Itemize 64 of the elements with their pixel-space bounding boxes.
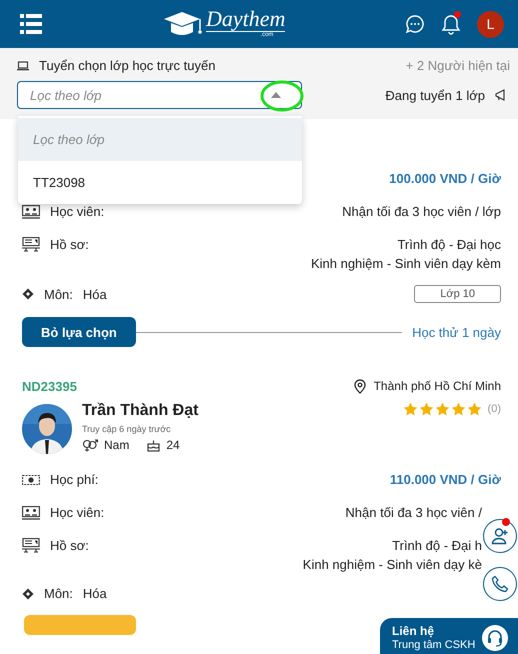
- online-count: + 2 Người hiện tại: [406, 58, 510, 73]
- grade-tag: Lớp 10: [414, 285, 501, 303]
- add-user-button[interactable]: [483, 519, 517, 553]
- star-icon: [466, 402, 482, 416]
- field-label: Học viên:: [50, 204, 104, 219]
- field-value: 110.000 VND / Giờ: [390, 472, 501, 487]
- age: 24: [166, 438, 180, 452]
- presentation-board-icon: [22, 237, 40, 252]
- field-value: Nhận tối đa 3 học viên / lớp: [342, 204, 501, 219]
- star-icon: [434, 402, 450, 416]
- subject-label: Môn:: [44, 586, 73, 601]
- subject-value: Hóa: [82, 286, 107, 302]
- graduation-cap-icon: [162, 10, 204, 38]
- field-label: Hồ sơ:: [50, 237, 89, 252]
- contact-title: Liên hệ: [392, 624, 436, 639]
- diamond-icon: [22, 588, 34, 600]
- gender-icon: [82, 438, 98, 452]
- cake-icon: [147, 438, 160, 452]
- caret-icon: [271, 92, 281, 98]
- students-icon: [22, 506, 40, 520]
- presentation-board-icon: [22, 538, 40, 553]
- bell-icon[interactable]: [441, 13, 461, 35]
- tutor-name: Trần Thành Đạt: [82, 402, 198, 420]
- fee-value: 100.000 VND / Giờ: [389, 171, 501, 186]
- field-label: Học phí:: [50, 472, 98, 487]
- call-button[interactable]: [483, 567, 517, 601]
- field-value: Nhận tối đa 3 học viên /: [345, 505, 482, 520]
- field-label: Hồ sơ:: [50, 538, 89, 553]
- students-icon: [22, 204, 40, 218]
- recruiting-count: Đang tuyển 1 lớp: [385, 88, 485, 102]
- location: Thành phố Hồ Chí Minh: [374, 379, 501, 393]
- star-icon: [450, 402, 466, 416]
- field-value: Kinh nghiệm - Sinh viên dạy kè: [302, 557, 482, 572]
- class-filter-select[interactable]: Lọc theo lớp: [17, 81, 302, 109]
- highlight-ring: [260, 80, 304, 112]
- field-label: Học viên:: [50, 505, 104, 520]
- chat-icon[interactable]: [405, 14, 425, 34]
- headset-icon: [482, 625, 508, 651]
- menu-icon[interactable]: [20, 14, 42, 34]
- field-value: Trình độ - Đại học: [397, 237, 501, 252]
- subject-value: Hóa: [82, 586, 107, 601]
- trial-text: Học thử 1 ngày: [412, 324, 501, 340]
- field-value: Trình độ - Đại h: [392, 538, 482, 553]
- location-pin-icon: [354, 378, 366, 394]
- laptop-icon: [17, 60, 29, 70]
- last-seen: Truy cập 6 ngày trước: [82, 424, 172, 434]
- banknote-icon: [22, 474, 40, 486]
- star-icon: [402, 402, 418, 416]
- review-count: (0): [488, 403, 501, 415]
- star-icon: [418, 402, 434, 416]
- deselect-button[interactable]: Bỏ lựa chọn: [22, 317, 136, 347]
- contact-subtitle: Trung tâm CSKH: [392, 638, 476, 652]
- field-value: Kinh nghiệm - Sinh viên dạy kèm: [310, 256, 501, 271]
- subject-label: Môn:: [44, 286, 73, 302]
- diamond-icon: [22, 288, 34, 300]
- dropdown-option[interactable]: TT23098: [18, 161, 302, 204]
- phone-icon: [491, 575, 509, 593]
- tutor-id: ND23395: [22, 378, 77, 394]
- section-title: Tuyển chọn lớp học trực tuyến: [39, 58, 216, 73]
- user-avatar[interactable]: L: [477, 10, 504, 38]
- add-user-icon: [491, 527, 509, 545]
- gender: Nam: [104, 438, 130, 452]
- contact-support-button[interactable]: Liên hệ Trung tâm CSKH: [380, 618, 518, 654]
- logo-text: Daythem: [206, 8, 286, 32]
